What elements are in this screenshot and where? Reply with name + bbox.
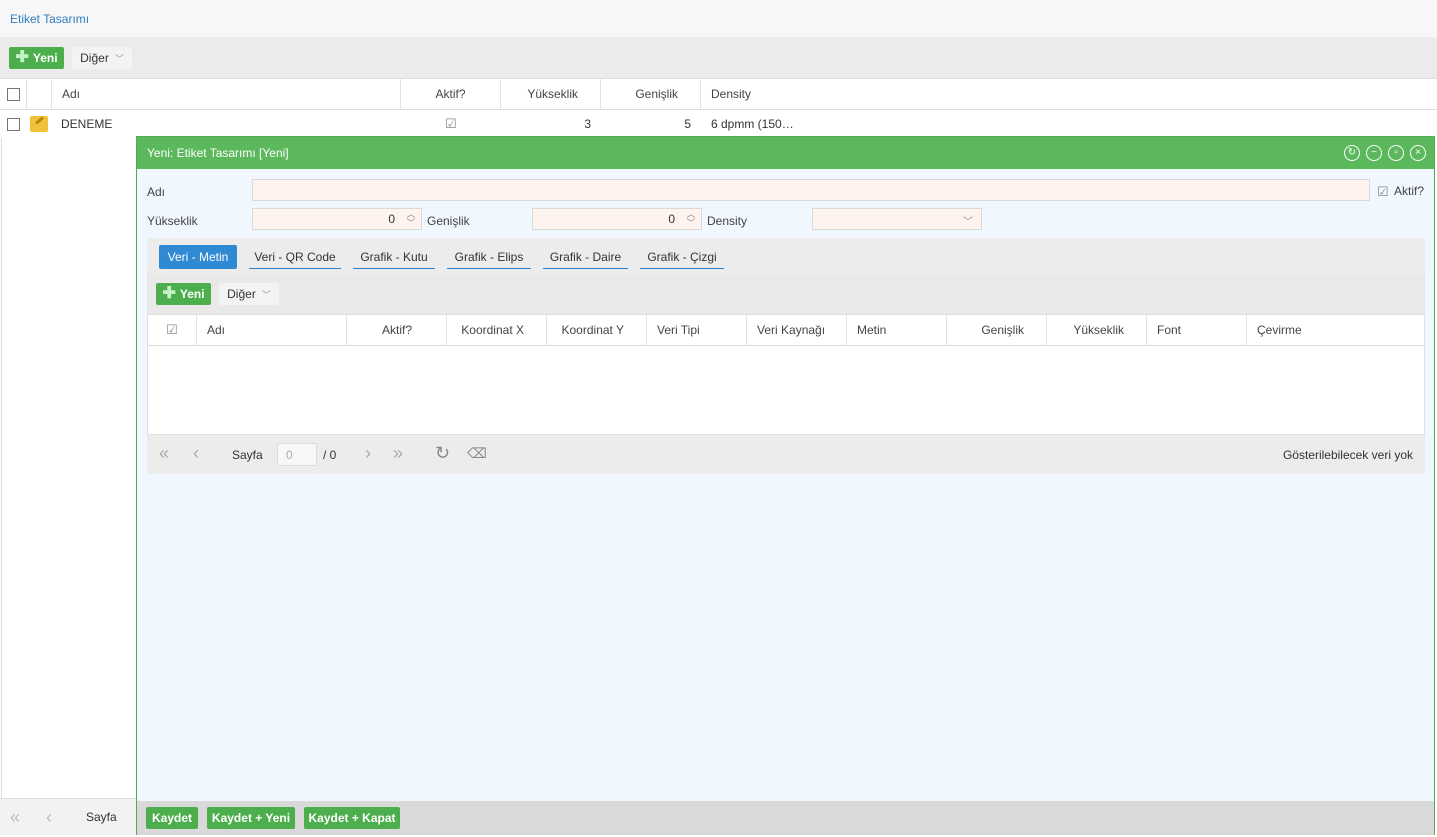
edit-dialog: Yeni: Etiket Tasarımı [Yeni] ↻ − ▫ × Adı… — [136, 136, 1435, 835]
height-spinner-icon[interactable]: ︿ ﹀ — [403, 210, 419, 228]
edit-icon[interactable] — [30, 116, 48, 132]
column-header-density[interactable]: Density — [701, 79, 1437, 109]
height-value: 0 — [388, 212, 395, 226]
sub-column-header-font[interactable]: Font — [1147, 315, 1247, 345]
active-checkbox[interactable]: ☑ — [1377, 184, 1389, 200]
new-button-label: Yeni — [32, 51, 58, 65]
page-pager: « ‹ Sayfa — [0, 798, 140, 835]
sub-column-header-coord-y[interactable]: Koordinat Y — [547, 315, 647, 345]
save-and-new-button[interactable]: Kaydet + Yeni — [207, 807, 295, 829]
row-height: 3 — [584, 117, 591, 131]
sub-column-header-active[interactable]: Aktif? — [347, 315, 447, 345]
page-header: Etiket Tasarımı — [0, 0, 1437, 38]
other-dropdown-label: Diğer — [80, 51, 109, 65]
width-spinner-icon[interactable]: ︿ ﹀ — [683, 210, 699, 228]
width-value: 0 — [668, 212, 675, 226]
previous-page-icon[interactable]: ‹ — [193, 444, 199, 462]
name-label: Adı — [147, 185, 166, 199]
tab-grafik-cizgi[interactable]: Grafik - Çizgi — [640, 245, 724, 269]
sub-column-header-coord-x[interactable]: Koordinat X — [447, 315, 547, 345]
dialog-footer: Kaydet Kaydet + Yeni Kaydet + Kapat — [137, 801, 1434, 835]
sub-select-all-checkbox-cell: ☑ — [148, 315, 197, 345]
tab-veri-metin[interactable]: Veri - Metin — [159, 245, 237, 269]
sub-column-header-name[interactable]: Adı — [197, 315, 347, 345]
close-icon[interactable]: × — [1410, 145, 1426, 161]
tab-grafik-elips[interactable]: Grafik - Elips — [447, 245, 531, 269]
tab-veri-qr-code[interactable]: Veri - QR Code — [249, 245, 341, 269]
dialog-title: Yeni: Etiket Tasarımı [Yeni] — [147, 146, 289, 160]
width-input[interactable]: 0 ︿ ﹀ — [532, 208, 702, 230]
sub-column-header-height[interactable]: Yükseklik — [1047, 315, 1147, 345]
density-label: Density — [707, 214, 748, 228]
sub-new-button[interactable]: ✚ Yeni — [156, 283, 211, 305]
previous-page-icon[interactable]: ‹ — [46, 808, 52, 826]
eraser-icon[interactable]: ⌫ — [467, 444, 487, 462]
empty-data-text: Gösterilebilecek veri yok — [1282, 448, 1413, 462]
last-page-icon[interactable]: » — [393, 444, 403, 462]
row-width: 5 — [684, 117, 691, 131]
checked-checkbox-icon: ☑ — [445, 116, 457, 131]
select-all-checkbox[interactable] — [6, 87, 20, 101]
sub-pager-label: Sayfa — [232, 448, 263, 462]
height-label: Yükseklik — [147, 214, 198, 228]
sub-new-button-label: Yeni — [179, 287, 205, 301]
row-active-cell: ☑ — [401, 110, 501, 138]
row-density: 6 dpmm (150… — [711, 117, 794, 131]
save-button[interactable]: Kaydet — [146, 807, 198, 829]
sub-column-header-data-source[interactable]: Veri Kaynağı — [747, 315, 847, 345]
chevron-down-icon: ﹀ — [114, 53, 124, 64]
row-checkbox-cell — [0, 110, 27, 138]
column-header-width[interactable]: Genişlik — [601, 79, 701, 109]
next-page-icon[interactable]: › — [365, 444, 371, 462]
density-select[interactable]: ﹀ — [812, 208, 982, 230]
sub-column-header-data-type[interactable]: Veri Tipi — [647, 315, 747, 345]
save-and-close-button[interactable]: Kaydet + Kapat — [304, 807, 400, 829]
column-header-active[interactable]: Aktif? — [401, 79, 501, 109]
dialog-title-bar[interactable]: Yeni: Etiket Tasarımı [Yeni] ↻ − ▫ × — [137, 137, 1434, 169]
column-header-name[interactable]: Adı — [51, 79, 401, 109]
sub-grid-header: ☑ Adı Aktif? Koordinat X Koordinat Y Ver… — [148, 315, 1424, 346]
plus-icon: ✚ — [15, 49, 29, 66]
row-edit-cell — [28, 110, 50, 138]
chevron-down-icon: ﹀ — [261, 289, 271, 300]
page-pager-label: Sayfa — [86, 810, 117, 824]
other-dropdown[interactable]: Diğer ﹀ — [72, 47, 132, 69]
tab-grafik-kutu[interactable]: Grafik - Kutu — [353, 245, 435, 269]
column-header-height[interactable]: Yükseklik — [501, 79, 601, 109]
sub-column-header-rotation[interactable]: Çevirme — [1247, 315, 1424, 345]
select-all-checkbox-cell — [0, 79, 27, 109]
row-name: DENEME — [61, 117, 113, 131]
sub-column-header-width[interactable]: Genişlik — [947, 315, 1047, 345]
tab-grafik-daire[interactable]: Grafik - Daire — [543, 245, 628, 269]
height-input[interactable]: 0 ︿ ﹀ — [252, 208, 422, 230]
sub-toolbar: ✚ Yeni Diğer ﹀ — [147, 274, 1425, 314]
first-page-icon[interactable]: « — [159, 444, 169, 462]
row-checkbox[interactable] — [7, 117, 20, 131]
chevron-down-icon: ﹀ — [963, 217, 973, 228]
active-label: Aktif? — [1394, 184, 1425, 198]
sub-column-header-text[interactable]: Metin — [847, 315, 947, 345]
page-total: / 0 — [323, 448, 337, 462]
sub-grid: ☑ Adı Aktif? Koordinat X Koordinat Y Ver… — [147, 314, 1425, 435]
grid-header: Adı Aktif? Yükseklik Genişlik Density — [0, 78, 1437, 110]
refresh-icon[interactable]: ↻ — [435, 444, 450, 462]
first-page-icon[interactable]: « — [10, 808, 20, 826]
name-input[interactable] — [252, 179, 1370, 201]
plus-icon: ✚ — [162, 285, 176, 302]
page-number-input[interactable]: 0 — [277, 443, 317, 466]
table-row[interactable]: DENEME ☑ 3 5 6 dpmm (150… — [0, 110, 1437, 138]
maximize-icon[interactable]: ▫ — [1388, 145, 1404, 161]
grid-left-border — [1, 138, 2, 798]
width-label: Genişlik — [427, 214, 470, 228]
new-button[interactable]: ✚ Yeni — [9, 47, 64, 69]
sub-other-dropdown-label: Diğer — [227, 287, 256, 301]
page-toolbar: ✚ Yeni Diğer ﹀ — [0, 38, 1437, 78]
sub-select-all-checkbox[interactable]: ☑ — [166, 322, 178, 338]
refresh-icon[interactable]: ↻ — [1344, 145, 1360, 161]
tab-bar: Veri - Metin Veri - QR Code Grafik - Kut… — [147, 238, 1425, 274]
page-title[interactable]: Etiket Tasarımı — [10, 12, 89, 26]
sub-pager: « ‹ Sayfa 0 / 0 › » ↻ ⌫ Gösterilebilecek… — [147, 435, 1425, 474]
sub-other-dropdown[interactable]: Diğer ﹀ — [219, 283, 279, 305]
minimize-icon[interactable]: − — [1366, 145, 1382, 161]
